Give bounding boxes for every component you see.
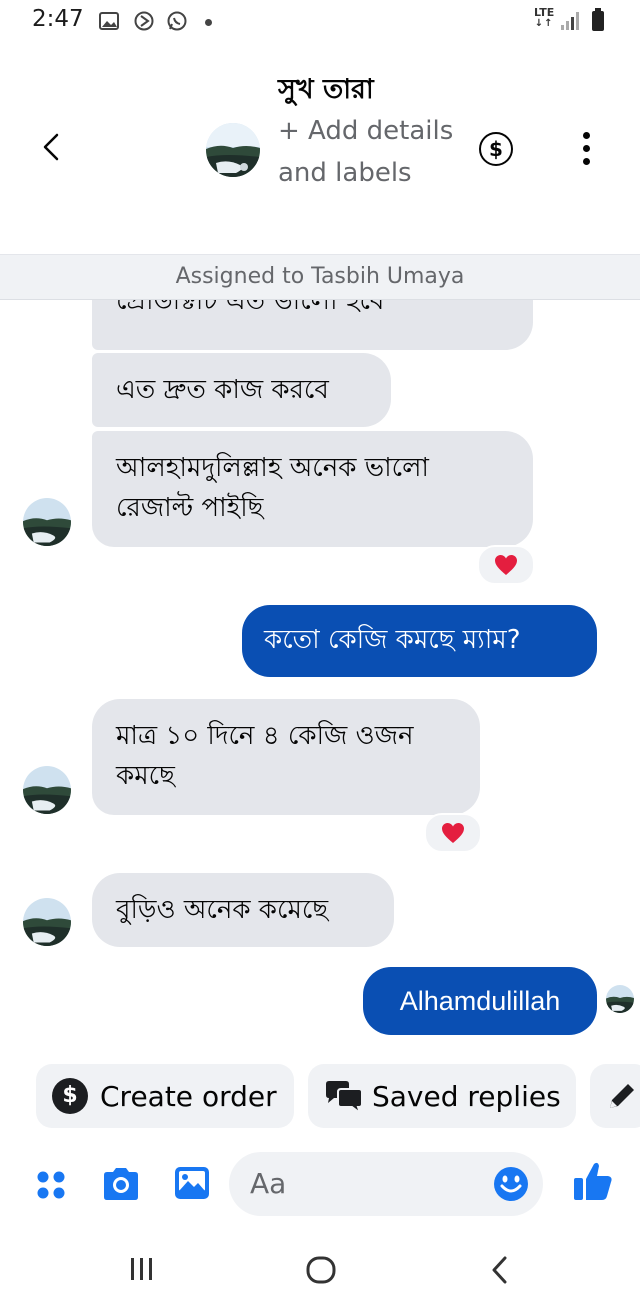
- seen-avatar: [606, 985, 634, 1013]
- gallery-notification-icon: [99, 12, 119, 30]
- avatar-landscape-image: [606, 985, 634, 1013]
- create-order-label: Create order: [100, 1080, 277, 1113]
- avatar-landscape-image: [23, 766, 71, 814]
- home-icon[interactable]: [305, 1255, 337, 1285]
- reaction-badge[interactable]: [424, 813, 482, 853]
- heart-icon: [442, 823, 464, 843]
- assigned-banner: Assigned to Tasbih Umaya: [0, 254, 640, 300]
- status-time: 2:47: [32, 6, 84, 32]
- sender-avatar[interactable]: [23, 766, 71, 814]
- back-nav-icon[interactable]: [486, 1255, 514, 1285]
- back-chevron-icon[interactable]: [38, 132, 68, 162]
- status-bar: 2:47 LTE ↓↑: [0, 0, 640, 44]
- message-bubble[interactable]: বুড়িও অনেক কমেছে: [92, 873, 394, 947]
- more-vertical-icon[interactable]: [578, 132, 596, 166]
- recent-apps-icon[interactable]: [128, 1255, 156, 1283]
- add-details-link[interactable]: + Add details and labels: [278, 110, 468, 194]
- battery-icon: [592, 8, 604, 31]
- avatar-landscape-image: [206, 123, 260, 177]
- reaction-badge[interactable]: [477, 545, 535, 585]
- message-bubble[interactable]: এত দ্রুত কাজ করবে: [92, 353, 391, 427]
- network-type-label: LTE ↓↑: [534, 6, 555, 29]
- message-bubble[interactable]: প্রোডাক্টটি এত ভালো হবে: [92, 299, 533, 350]
- heart-icon: [495, 555, 517, 575]
- message-bubble[interactable]: মাত্র ১০ দিনে ৪ কেজি ওজন কমছে: [92, 699, 480, 815]
- gallery-icon[interactable]: [173, 1165, 211, 1201]
- dollar-icon: $: [52, 1078, 88, 1114]
- saved-replies-label: Saved replies: [372, 1080, 561, 1113]
- saved-replies-button[interactable]: Saved replies: [308, 1064, 576, 1128]
- emoji-icon[interactable]: [493, 1166, 529, 1202]
- edit-button[interactable]: [590, 1064, 640, 1128]
- avatar[interactable]: [206, 123, 260, 177]
- notification-dot: [205, 19, 212, 26]
- signal-icon: [561, 12, 579, 30]
- message-bubble-outgoing[interactable]: Alhamdulillah: [363, 967, 597, 1035]
- sender-avatar[interactable]: [23, 498, 71, 546]
- create-order-button[interactable]: $ Create order: [36, 1064, 294, 1128]
- message-list[interactable]: প্রোডাক্টটি এত ভালো হবে এত দ্রুত কাজ করব…: [0, 299, 640, 1049]
- like-thumb-icon[interactable]: [572, 1160, 614, 1202]
- message-input[interactable]: Aa: [229, 1152, 543, 1216]
- message-input-placeholder: Aa: [250, 1167, 287, 1200]
- sender-avatar[interactable]: [23, 898, 71, 946]
- thread-title[interactable]: সুখ তারা: [278, 69, 374, 114]
- saved-replies-icon: [326, 1081, 363, 1114]
- camera-icon[interactable]: [101, 1166, 141, 1202]
- menu-dots-icon[interactable]: [36, 1170, 66, 1200]
- dollar-icon[interactable]: $: [479, 132, 513, 166]
- message-bubble-outgoing[interactable]: কতো কেজি কমছে ম্যাম?: [242, 605, 597, 677]
- avatar-landscape-image: [23, 898, 71, 946]
- avatar-landscape-image: [23, 498, 71, 546]
- message-bubble[interactable]: আলহামদুলিল্লাহ অনেক ভালো রেজাল্ট পাইছি: [92, 431, 533, 547]
- whatsapp-icon: [167, 11, 187, 31]
- data-saver-icon: [134, 11, 154, 31]
- pencil-icon: [610, 1084, 634, 1108]
